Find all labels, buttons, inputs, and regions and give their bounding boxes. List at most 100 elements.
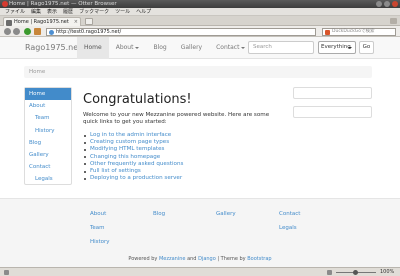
bootstrap-link[interactable]: Bootstrap <box>247 256 271 262</box>
site-nav-blog[interactable]: Blog <box>146 37 173 59</box>
address-text: http://test0.rago1975.net/ <box>56 28 122 35</box>
web-page: Rago1975.net Home About Blog Gallery Contact… <box>0 37 400 267</box>
back-icon[interactable] <box>4 28 11 35</box>
welcome-text: Welcome to your new Mezzanine powered we… <box>83 112 270 125</box>
search-scope-select[interactable]: Everything <box>318 41 356 54</box>
new-tab-button[interactable] <box>85 18 93 25</box>
site-footer: About Team History Blog Gallery Contact Leg… <box>0 198 400 267</box>
footer-link-history[interactable]: History <box>90 235 110 249</box>
search-engine-icon <box>325 29 330 35</box>
sidebar-item-home[interactable]: Home <box>25 88 71 101</box>
home-icon[interactable] <box>34 28 41 35</box>
site-nav-label: Contact <box>216 44 240 51</box>
search-scope-value: Everything <box>321 44 351 50</box>
credits-separator: | <box>217 256 220 262</box>
tabbar: Home | Rago1975.net × <box>0 16 400 26</box>
footer-column-3: Gallery <box>216 207 236 221</box>
footer-link-legals[interactable]: Legals <box>279 221 300 235</box>
credits-powered-by: Powered by <box>128 256 158 262</box>
reload-icon[interactable] <box>24 28 31 35</box>
right-widget-2 <box>293 106 372 118</box>
footer-column-4: Contact Legals <box>279 207 300 235</box>
status-icon <box>4 270 9 275</box>
quick-link[interactable]: Full list of settings <box>84 168 283 175</box>
footer-link-gallery[interactable]: Gallery <box>216 207 236 221</box>
zoom-out-icon[interactable] <box>327 270 332 275</box>
site-brand[interactable]: Rago1975.net <box>25 43 81 52</box>
zoom-level: 100% <box>380 269 395 275</box>
sidebar-item-team[interactable]: Team <box>25 112 71 124</box>
statusbar: 100% <box>0 267 400 276</box>
tab-title: Home | Rago1975.net <box>14 19 69 25</box>
quick-link[interactable]: Other frequently asked questions <box>84 161 283 168</box>
credits-theme-by: Theme by <box>220 256 246 262</box>
site-nav-home[interactable]: Home <box>77 37 109 59</box>
sidebar-item-history[interactable]: History <box>25 125 71 137</box>
menu-item-3[interactable]: 履歴 <box>63 8 73 15</box>
quick-link[interactable]: Deploying to a production server <box>84 175 283 182</box>
window-titlebar: Home | Rago1975.net — Otter Browser <box>0 0 400 8</box>
mezzanine-link[interactable]: Mezzanine <box>159 256 186 262</box>
sidebar-item-about[interactable]: About <box>25 100 71 112</box>
search-go-button[interactable]: Go <box>359 41 374 54</box>
close-window-icon[interactable] <box>392 1 398 7</box>
address-bar[interactable]: http://test0.rago1975.net/ <box>46 27 316 36</box>
page-heading: Congratulations! <box>83 92 192 107</box>
tab-home[interactable]: Home | Rago1975.net × <box>3 17 81 26</box>
sidebar-nav: Home About Team History Blog Gallery Contact Le… <box>24 87 72 185</box>
site-navbar: Rago1975.net Home About Blog Gallery Contact… <box>0 37 400 59</box>
browser-search-input[interactable]: DuckDuckGoで検索 <box>322 27 396 36</box>
quick-links: Log in to the admin interface Creating cu… <box>83 132 283 182</box>
globe-icon <box>49 29 54 35</box>
main-content: Congratulations! Welcome to your new Mez… <box>83 92 283 182</box>
menu-item-1[interactable]: 編集 <box>31 8 41 15</box>
browser-logo-icon <box>2 1 8 7</box>
browser-search-placeholder: DuckDuckGoで検索 <box>332 28 375 34</box>
footer-link-contact[interactable]: Contact <box>279 207 300 221</box>
menu-item-6[interactable]: ヘルプ <box>136 8 151 15</box>
footer-credits: Powered by Mezzanine and Django | Theme … <box>0 256 400 262</box>
chevron-down-icon <box>135 46 140 49</box>
quick-link[interactable]: Log in to the admin interface <box>84 132 283 139</box>
menu-item-2[interactable]: 表示 <box>47 8 57 15</box>
site-search-input[interactable]: Search <box>248 41 314 54</box>
menubar: ファイル 編集 表示 履歴 ブックマーク ツール ヘルプ <box>0 8 400 16</box>
page-favicon-icon <box>6 19 12 26</box>
quick-link[interactable]: Creating custom page types <box>84 139 283 146</box>
tab-list-icon[interactable] <box>390 18 397 24</box>
menu-item-0[interactable]: ファイル <box>5 8 25 15</box>
site-nav-about[interactable]: About <box>109 37 147 59</box>
quick-link[interactable]: Modifying HTML templates <box>84 146 283 153</box>
tab-close-icon[interactable]: × <box>74 18 78 26</box>
site-nav-label: About <box>115 44 134 51</box>
sidebar-item-blog[interactable]: Blog <box>25 137 71 149</box>
django-link[interactable]: Django <box>198 256 216 262</box>
site-nav-gallery[interactable]: Gallery <box>174 37 209 59</box>
menu-item-4[interactable]: ブックマーク <box>79 8 109 15</box>
menu-item-5[interactable]: ツール <box>115 8 130 15</box>
footer-link-team[interactable]: Team <box>90 221 110 235</box>
right-widget-1 <box>293 87 372 99</box>
sidebar-item-legals[interactable]: Legals <box>25 173 71 185</box>
sidebar-item-gallery[interactable]: Gallery <box>25 149 71 161</box>
forward-icon[interactable] <box>13 28 20 35</box>
maximize-icon[interactable] <box>384 1 390 7</box>
site-menu: Home About Blog Gallery Contact <box>77 37 252 59</box>
footer-column-2: Blog <box>153 207 165 221</box>
chevron-down-icon <box>348 47 352 49</box>
site-nav-label: Gallery <box>180 44 203 51</box>
window-controls <box>376 1 398 7</box>
site-nav-label: Blog <box>153 44 167 51</box>
site-nav-label: Home <box>84 44 102 51</box>
chevron-down-icon <box>241 46 246 49</box>
credits-and: and <box>187 256 197 262</box>
minimize-icon[interactable] <box>376 1 382 7</box>
quick-link[interactable]: Changing this homepage <box>84 154 283 161</box>
footer-link-blog[interactable]: Blog <box>153 207 165 221</box>
zoom-slider-handle[interactable] <box>353 270 358 275</box>
footer-link-about[interactable]: About <box>90 207 110 221</box>
site-nav-contact[interactable]: Contact <box>209 37 252 59</box>
footer-column-1: About Team History <box>90 207 110 249</box>
sidebar-item-contact[interactable]: Contact <box>25 161 71 173</box>
window-title: Home | Rago1975.net — Otter Browser <box>9 1 117 7</box>
